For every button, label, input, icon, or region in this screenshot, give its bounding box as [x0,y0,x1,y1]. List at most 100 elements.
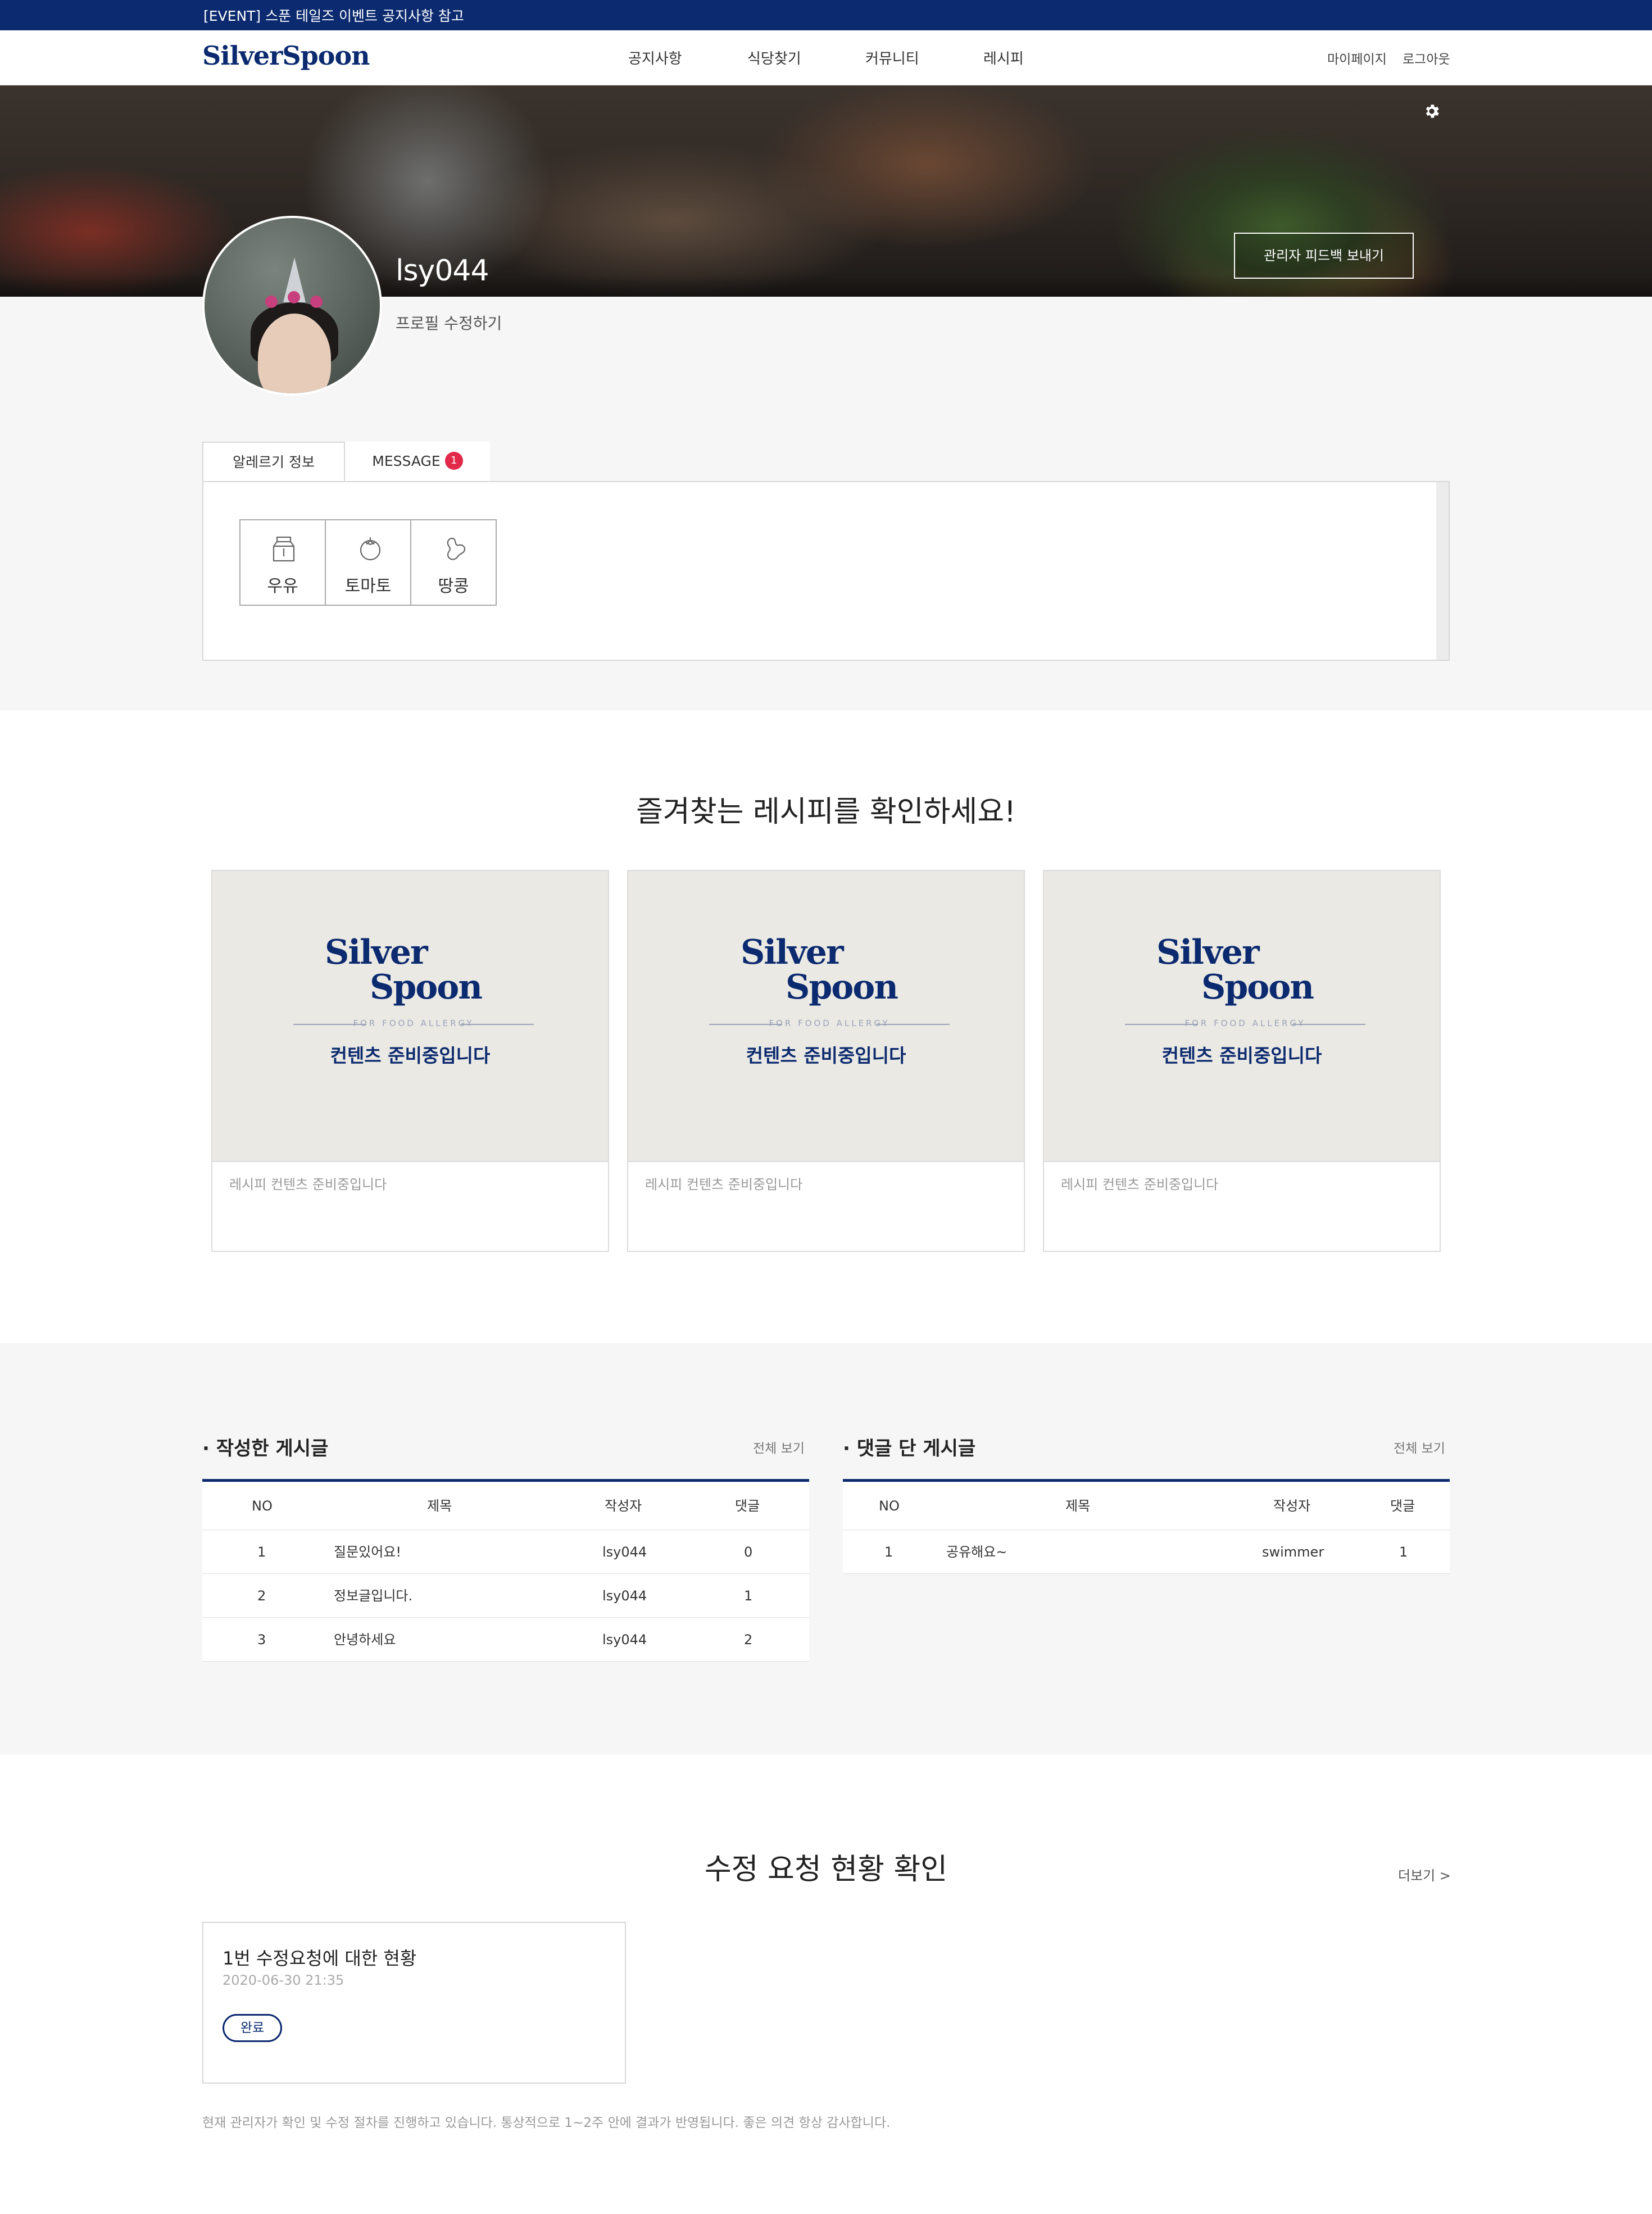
col-title: 제목 [427,1498,452,1514]
placeholder-text: 컨텐츠 준비중입니다 [330,1045,491,1067]
my-posts-table: NO 제목 작성자 댓글 1 질문있어요! lsy044 0 2 정보글입니다.… [202,1479,809,1662]
my-posts-see-all-link[interactable]: 전체 보기 [753,1437,805,1457]
mypage-link[interactable]: 마이페이지 [1327,48,1387,67]
recipe-card[interactable]: Silver Spoon FOR FOOD ALLERGY 컨텐츠 준비중입니다… [1043,870,1441,1252]
allergy-label: 땅콩 [438,577,469,596]
recipe-card[interactable]: Silver Spoon FOR FOOD ALLERGY 컨텐츠 준비중입니다… [211,870,609,1252]
divider [461,1024,534,1025]
placeholder-logo-bottom: Spoon [1201,968,1314,1007]
milk-carton-icon [273,536,295,562]
col-no: NO [879,1498,900,1514]
tab-message[interactable]: MESSAGE 1 [345,442,490,482]
allergy-label: 우유 [267,577,298,596]
cell-title[interactable]: 질문있어요! [334,1530,401,1574]
panel-scrollbar[interactable] [1436,482,1449,660]
tagline: FOR FOOD ALLERGY [1125,1018,1365,1031]
cell-title[interactable]: 정보글입니다. [334,1574,412,1618]
admin-feedback-button[interactable]: 관리자 피드백 보내기 [1234,233,1414,279]
cell-author: lsy044 [602,1588,647,1604]
status-badge: 완료 [223,2014,282,2042]
divider [877,1024,950,1025]
site-header: SilverSpoon 공지사항 식당찾기 커뮤니티 레시피 마이페이지 로그아… [0,30,1652,85]
table-row[interactable]: 2 정보글입니다. lsy044 1 [202,1574,809,1618]
table-header: NO 제목 작성자 댓글 [843,1482,1450,1530]
avatar-bead [288,291,300,303]
table-row[interactable]: 1 공유해요~ swimmer 1 [843,1530,1450,1574]
edit-profile-link[interactable]: 프로필 수정하기 [396,311,502,334]
placeholder-logo-top: Silver [741,933,844,972]
cell-comments: 1 [744,1588,753,1604]
placeholder-text: 컨텐츠 준비중입니다 [1161,1045,1322,1067]
table-header: NO 제목 작성자 댓글 [202,1482,809,1530]
nav-community[interactable]: 커뮤니티 [865,47,919,68]
nav-recipes[interactable]: 레시피 [983,47,1024,68]
allergy-panel: 우유 토마토 땅콩 [202,481,1450,661]
peanut-icon [447,537,466,560]
nav-notice[interactable]: 공지사항 [628,47,682,68]
event-bar-text[interactable]: [EVENT] 스푼 테일즈 이벤트 공지사항 참고 [203,5,464,25]
divider [1292,1024,1365,1025]
col-author: 작성자 [605,1498,642,1514]
allergy-label: 토마토 [344,577,392,596]
cell-title[interactable]: 안녕하세요 [334,1618,396,1662]
message-count-badge: 1 [444,452,463,470]
event-bar[interactable]: [EVENT] 스푼 테일즈 이벤트 공지사항 참고 [0,0,1652,30]
placeholder-logo-bottom: Spoon [786,968,898,1007]
commented-posts-title: · 댓글 단 게시글 [843,1437,976,1460]
tagline-text: FOR FOOD ALLERGY [1184,1018,1306,1028]
avatar-bead [265,296,278,308]
cell-author: swimmer [1262,1544,1324,1560]
tab-allergy-label: 알레르기 정보 [233,454,315,470]
recipe-desc: 레시피 컨텐츠 준비중입니다 [1061,1177,1219,1192]
avatar-face [258,314,331,393]
placeholder-logo-bottom: Spoon [370,968,483,1007]
placeholder-logo-top: Silver [325,933,428,972]
commented-posts-see-all-link[interactable]: 전체 보기 [1394,1437,1445,1457]
tab-allergy-info[interactable]: 알레르기 정보 [202,442,345,482]
avatar-bead [310,296,323,308]
gear-icon[interactable] [1423,102,1441,120]
notice-text: 현재 관리자가 확인 및 수정 절차를 진행하고 있습니다. 통상적으로 1~2… [202,2116,891,2130]
my-posts-title: · 작성한 게시글 [202,1437,329,1460]
cell-no: 2 [257,1588,266,1604]
request-date: 2020-06-30 21:35 [223,1972,344,1988]
table-row[interactable]: 3 안녕하세요 lsy044 2 [202,1618,809,1662]
more-link[interactable]: 더보기 > [1398,1864,1451,1884]
cell-no: 1 [257,1544,266,1560]
col-comments: 댓글 [1390,1498,1415,1514]
recipe-card[interactable]: Silver Spoon FOR FOOD ALLERGY 컨텐츠 준비중입니다… [627,870,1025,1252]
recipe-desc: 레시피 컨텐츠 준비중입니다 [229,1177,387,1192]
recipe-thumbnail: Silver Spoon FOR FOOD ALLERGY 컨텐츠 준비중입니다 [212,871,608,1162]
cell-author: lsy044 [602,1632,647,1648]
request-title: 1번 수정요청에 대한 현황 [223,1948,417,1969]
tagline-text: FOR FOOD ALLERGY [769,1018,890,1028]
tagline: FOR FOOD ALLERGY [293,1018,534,1031]
tab-message-label: MESSAGE [372,453,441,469]
recipe-desc: 레시피 컨텐츠 준비중입니다 [645,1177,803,1192]
allergy-item-peanut[interactable]: 땅콩 [410,519,497,606]
tagline: FOR FOOD ALLERGY [709,1018,950,1031]
col-title: 제목 [1065,1498,1091,1514]
site-logo[interactable]: SilverSpoon [202,40,370,71]
allergy-item-milk[interactable]: 우유 [239,519,326,606]
allergy-item-tomato[interactable]: 토마토 [325,519,411,606]
request-card[interactable]: 1번 수정요청에 대한 현황 2020-06-30 21:35 완료 [202,1922,626,2084]
cell-comments: 2 [744,1632,753,1648]
cell-title[interactable]: 공유해요~ [946,1530,1007,1574]
col-comments: 댓글 [735,1498,760,1514]
username: lsy044 [396,254,489,288]
placeholder-text: 컨텐츠 준비중입니다 [746,1045,906,1067]
cell-comments: 0 [744,1544,753,1560]
col-no: NO [252,1498,273,1514]
cell-no: 1 [884,1544,893,1560]
favorites-title: 즐겨찾는 레시피를 확인하세요! [636,795,1016,829]
avatar [202,216,382,396]
cell-no: 3 [257,1632,266,1648]
nav-restaurants[interactable]: 식당찾기 [747,47,801,68]
recipe-thumbnail: Silver Spoon FOR FOOD ALLERGY 컨텐츠 준비중입니다 [628,871,1024,1162]
placeholder-logo-top: Silver [1156,933,1260,972]
tomato-icon [360,537,381,561]
logout-link[interactable]: 로그아웃 [1403,48,1450,67]
cell-comments: 1 [1399,1544,1408,1560]
table-row[interactable]: 1 질문있어요! lsy044 0 [202,1530,809,1574]
